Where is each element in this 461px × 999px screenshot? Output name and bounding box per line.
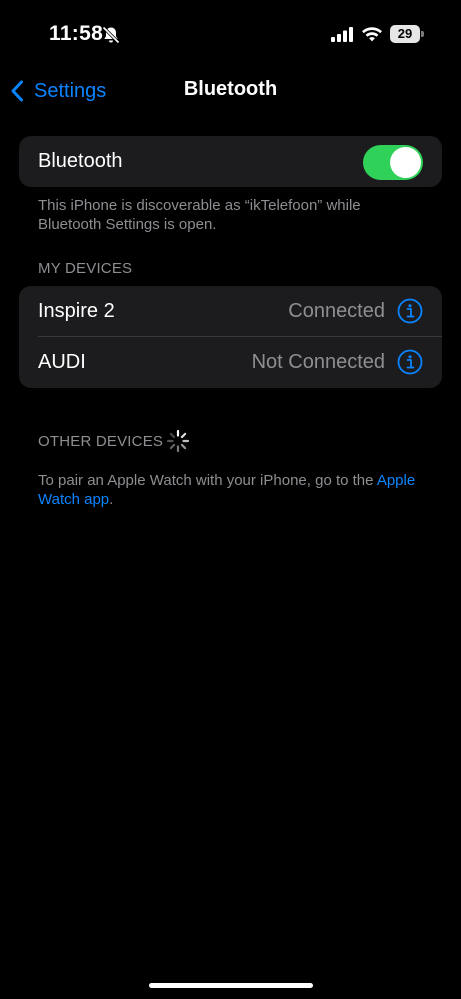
bluetooth-toggle[interactable] bbox=[363, 145, 423, 180]
battery-icon: 29 bbox=[390, 25, 424, 43]
bell-slash-icon bbox=[102, 26, 120, 44]
device-row-inspire-2[interactable]: Inspire 2 Connected bbox=[19, 286, 442, 337]
cellular-signal-icon bbox=[331, 27, 353, 42]
bluetooth-label: Bluetooth bbox=[38, 150, 123, 172]
home-indicator[interactable] bbox=[149, 983, 313, 988]
info-icon[interactable] bbox=[397, 349, 423, 375]
device-row-audi[interactable]: AUDI Not Connected bbox=[19, 337, 442, 388]
status-time: 11:58 bbox=[49, 22, 104, 45]
device-name: AUDI bbox=[38, 351, 86, 373]
bluetooth-toggle-group: Bluetooth bbox=[19, 136, 442, 187]
other-devices-header: OTHER DEVICES bbox=[38, 433, 164, 450]
my-devices-list: Inspire 2 Connected AUDI Not Connected bbox=[19, 286, 442, 388]
toggle-knob bbox=[390, 147, 421, 178]
navigation-bar: Settings Bluetooth bbox=[0, 70, 461, 110]
apple-watch-footer-end: . bbox=[109, 491, 114, 508]
wifi-icon bbox=[362, 27, 382, 42]
device-status: Not Connected bbox=[251, 351, 385, 373]
page-title: Bluetooth bbox=[183, 78, 278, 100]
my-devices-header: MY DEVICES bbox=[38, 260, 133, 277]
bluetooth-row: Bluetooth bbox=[19, 136, 442, 187]
battery-cap bbox=[421, 31, 424, 37]
info-icon[interactable] bbox=[397, 298, 423, 324]
device-status: Connected bbox=[288, 300, 385, 322]
discoverable-footer: This iPhone is discoverable as “ikTelefo… bbox=[38, 197, 361, 233]
loading-spinner-icon bbox=[166, 429, 190, 453]
battery-level: 29 bbox=[390, 25, 420, 43]
status-bar: 11:58 29 bbox=[0, 0, 461, 70]
apple-watch-footer: To pair an Apple Watch with your iPhone,… bbox=[38, 471, 428, 509]
device-name: Inspire 2 bbox=[38, 300, 115, 322]
apple-watch-footer-text: To pair an Apple Watch with your iPhone,… bbox=[38, 472, 377, 489]
